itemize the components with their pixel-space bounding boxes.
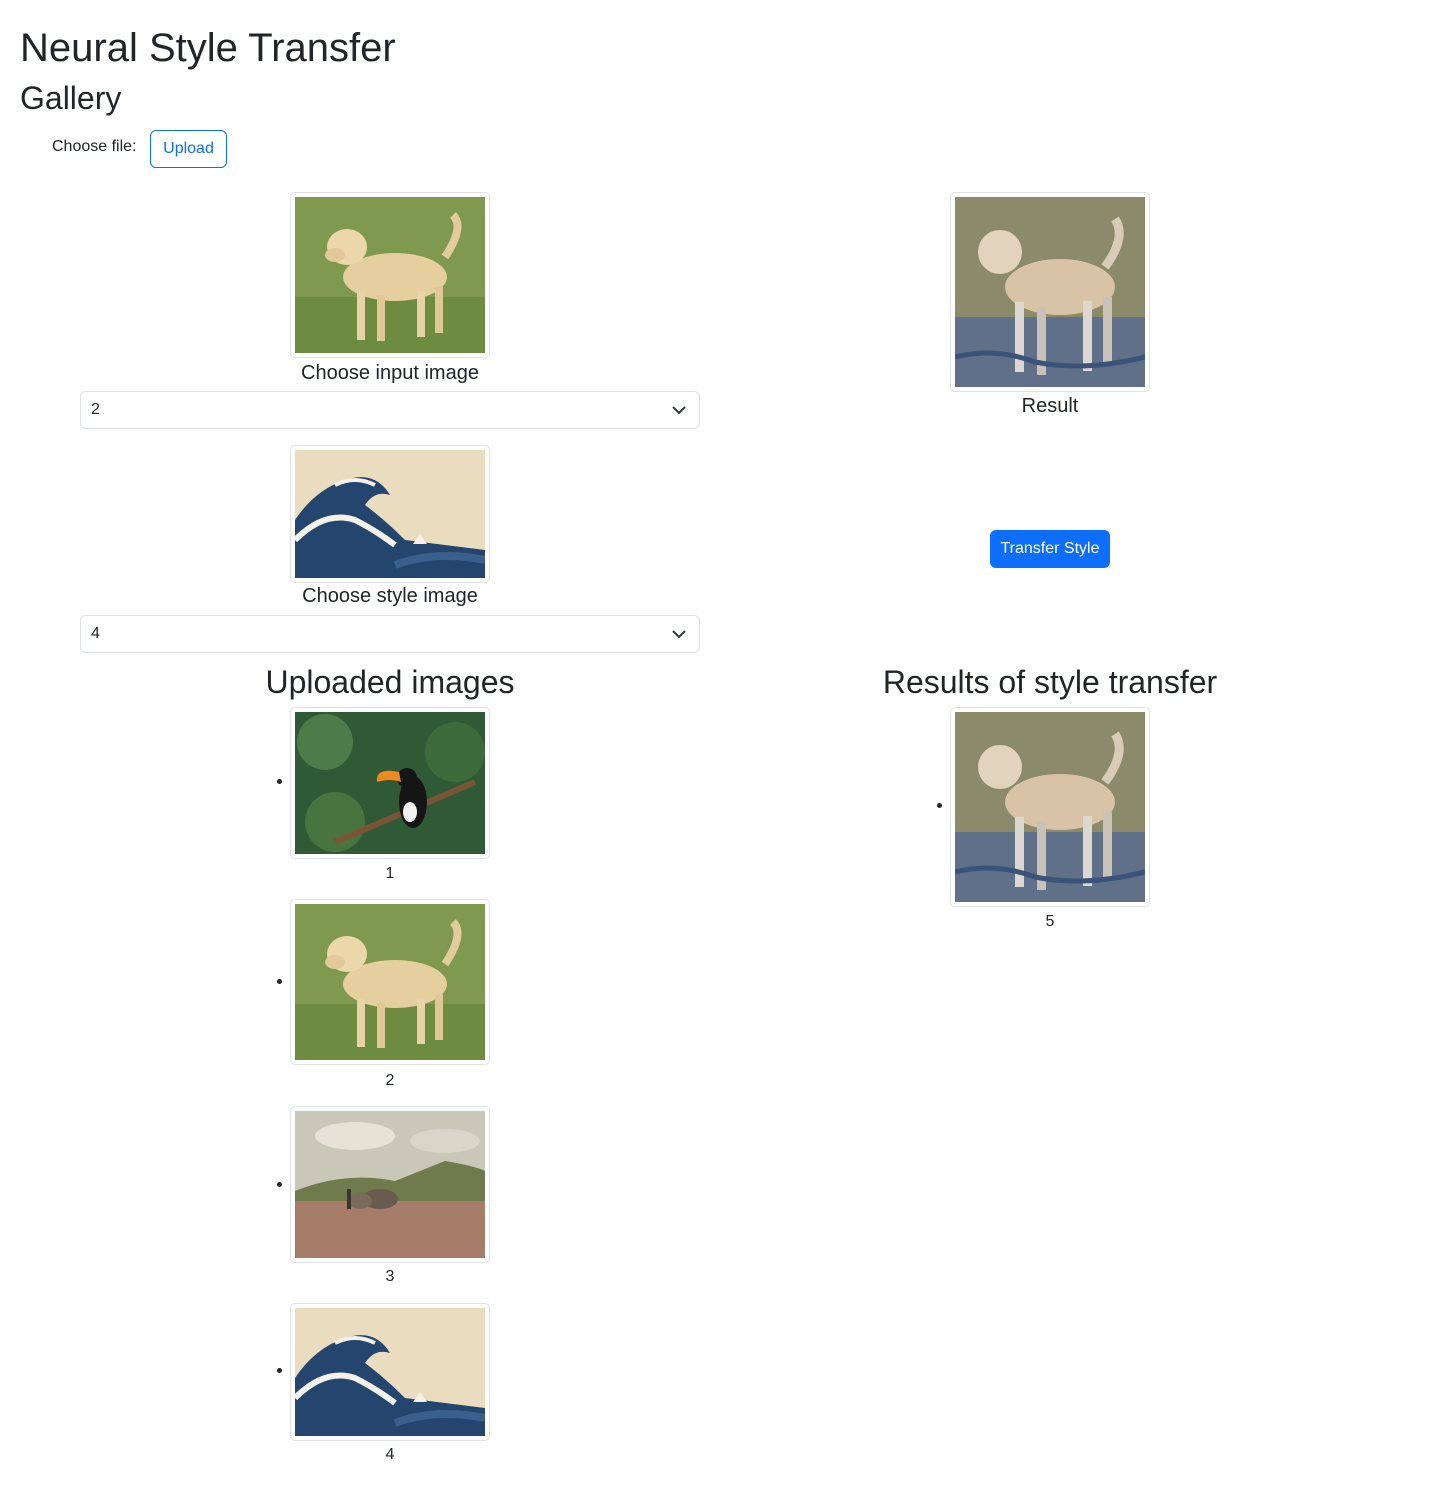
- list-bullet: [937, 803, 942, 808]
- style-image-select-value: 4: [91, 625, 100, 642]
- list-bullet: [277, 779, 282, 784]
- list-bullet: [277, 1182, 282, 1187]
- uploaded-label-4: 4: [385, 1446, 395, 1463]
- input-image-caption: Choose input image: [301, 362, 479, 384]
- uploaded-thumb-3[interactable]: [290, 1106, 490, 1263]
- results-title: Results of style transfer: [882, 664, 1218, 700]
- style-image-select[interactable]: 4: [80, 615, 700, 653]
- style-image-caption: Choose style image: [302, 585, 478, 607]
- uploaded-images-title: Uploaded images: [265, 664, 515, 700]
- transfer-style-button[interactable]: Transfer Style: [990, 530, 1110, 568]
- uploaded-label-3: 3: [385, 1268, 395, 1285]
- input-image-select-value: 2: [91, 401, 100, 418]
- oxen-painting-image: [295, 1111, 485, 1258]
- uploaded-thumb-2[interactable]: [290, 899, 490, 1065]
- uploaded-thumb-4[interactable]: [290, 1303, 490, 1441]
- uploaded-label-2: 2: [385, 1072, 395, 1089]
- input-image-select[interactable]: 2: [80, 391, 700, 429]
- result-thumb-5[interactable]: [950, 707, 1150, 907]
- chevron-down-icon: [672, 630, 686, 639]
- input-image: [295, 197, 485, 353]
- uploaded-label-1: 1: [385, 865, 395, 882]
- uploaded-thumb-1[interactable]: [290, 707, 490, 859]
- style-image-preview: [290, 445, 490, 583]
- result-image-preview: [950, 192, 1150, 392]
- great-wave-image: [295, 1308, 485, 1436]
- toucan-image: [295, 712, 485, 854]
- result-caption: Result: [1021, 395, 1079, 417]
- result-label-5: 5: [1045, 913, 1055, 930]
- page-title: Neural Style Transfer: [20, 26, 396, 70]
- style-image: [295, 450, 485, 578]
- choose-file-label: Choose file:: [52, 138, 137, 155]
- page-subtitle: Gallery: [20, 80, 122, 116]
- input-image-preview: [290, 192, 490, 358]
- list-bullet: [277, 1368, 282, 1373]
- chevron-down-icon: [672, 406, 686, 415]
- list-bullet: [277, 979, 282, 984]
- stylized-dog-image: [955, 712, 1145, 902]
- result-image: [955, 197, 1145, 387]
- labrador-image: [295, 904, 485, 1060]
- upload-button[interactable]: Upload: [150, 130, 227, 168]
